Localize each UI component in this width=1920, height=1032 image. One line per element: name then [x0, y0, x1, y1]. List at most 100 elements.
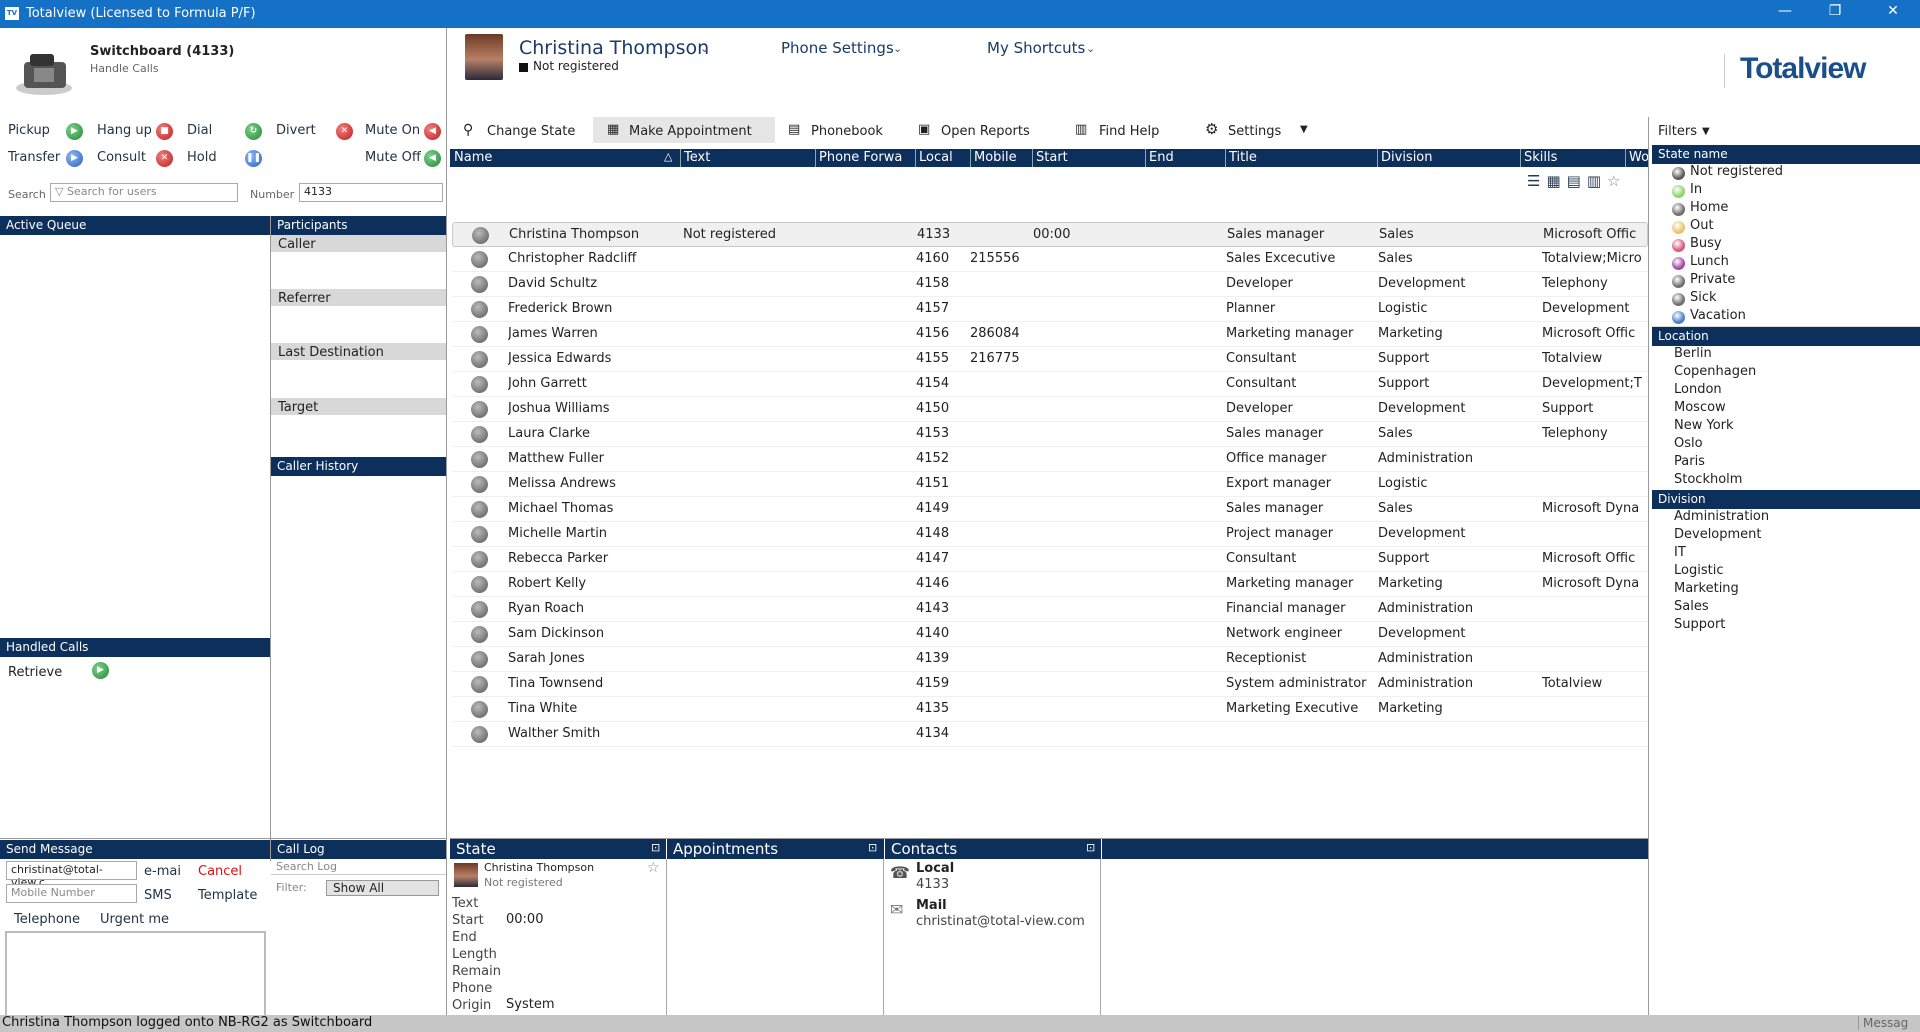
mute-on-button[interactable]: Mute On	[365, 123, 420, 138]
state-filter-item[interactable]: Out	[1652, 218, 1920, 236]
gear-icon[interactable]: ⚙	[1205, 120, 1218, 138]
phone-settings-chevron-down-icon[interactable]: ⌄	[893, 42, 902, 55]
state-filter-item[interactable]: Private	[1652, 272, 1920, 290]
hold-icon[interactable]: ❚❚	[245, 150, 262, 167]
email-button[interactable]: e-mai	[144, 864, 181, 879]
state-filter-item[interactable]: In	[1652, 182, 1920, 200]
phone-settings-menu[interactable]: Phone Settings	[781, 39, 894, 57]
phonebook-button[interactable]: Phonebook	[811, 124, 883, 139]
mute-on-icon[interactable]: ✕	[336, 123, 353, 140]
location-filter-item[interactable]: Oslo	[1652, 436, 1920, 454]
reports-icon[interactable]: ▣	[918, 122, 930, 137]
settings-caret-down-icon[interactable]: ▼	[1300, 124, 1308, 135]
state-filter-item[interactable]: Not registered	[1652, 164, 1920, 182]
table-row[interactable]: Tina Townsend 4159 System administrator Adm…	[452, 672, 1648, 697]
profile-name[interactable]: Christina Thompson	[519, 37, 709, 59]
transfer-icon[interactable]: ▶	[66, 150, 83, 167]
favorite-star-icon[interactable]: ☆	[647, 860, 660, 876]
table-row[interactable]: Frederick Brown 4157 Planner Logistic Develo…	[452, 297, 1648, 322]
table-row[interactable]: Sam Dickinson 4140 Network engineer Develop…	[452, 622, 1648, 647]
hangup-icon[interactable]: ■	[156, 123, 173, 140]
state-filter-item[interactable]: Home	[1652, 200, 1920, 218]
location-filter-item[interactable]: Copenhagen	[1652, 364, 1920, 382]
dial-button[interactable]: Dial	[187, 123, 212, 138]
table-row[interactable]: Rebecca Parker 4147 Consultant Support Micro…	[452, 547, 1648, 572]
sort-asc-icon[interactable]: △	[664, 150, 672, 163]
table-row[interactable]: Robert Kelly 4146 Marketing manager Marketi…	[452, 572, 1648, 597]
call-log-search[interactable]: Search Log	[276, 860, 337, 873]
open-reports-button[interactable]: Open Reports	[941, 124, 1030, 139]
filters-menu[interactable]: Filters	[1658, 124, 1697, 139]
col-wo[interactable]: Wo	[1629, 150, 1649, 165]
location-filter-item[interactable]: Moscow	[1652, 400, 1920, 418]
division-filter-item[interactable]: Support	[1652, 617, 1920, 635]
state-filter-item[interactable]: Sick	[1652, 290, 1920, 308]
number-input[interactable]: 4133	[299, 183, 443, 202]
restore-button[interactable]: ❐	[1825, 3, 1845, 19]
minimize-button[interactable]: —	[1775, 3, 1795, 19]
favorite-star-icon[interactable]: ☆	[1607, 172, 1626, 190]
col-title[interactable]: Title	[1229, 150, 1369, 165]
mobile-number-field[interactable]: Mobile Number	[6, 884, 137, 903]
template-button[interactable]: Template	[198, 888, 257, 903]
col-division[interactable]: Division	[1381, 150, 1521, 165]
mute-off-button[interactable]: Mute Off	[365, 150, 421, 165]
make-appointment-button[interactable]: Make Appointment	[629, 124, 752, 139]
location-filter-item[interactable]: New York	[1652, 418, 1920, 436]
shortcuts-chevron-down-icon[interactable]: ⌄	[1086, 42, 1095, 55]
urgent-option[interactable]: Urgent me	[100, 912, 169, 927]
transfer-button[interactable]: Transfer	[8, 150, 60, 165]
detail-view-icon[interactable]: ▥	[1587, 172, 1607, 190]
table-row[interactable]: Ryan Roach 4143 Financial manager Administr…	[452, 597, 1648, 622]
location-filter-item[interactable]: London	[1652, 382, 1920, 400]
table-row[interactable]: Jessica Edwards 4155 216775 Consultant Suppo…	[452, 347, 1648, 372]
table-row[interactable]: Tina White 4135 Marketing Executive Marketi…	[452, 697, 1648, 722]
table-row[interactable]: Laura Clarke 4153 Sales manager Sales Teleph…	[452, 422, 1648, 447]
retrieve-button[interactable]: Retrieve	[8, 665, 62, 680]
table-row[interactable]: Joshua Williams 4150 Developer Development S…	[452, 397, 1648, 422]
call-log-filter-select[interactable]: Show All	[326, 880, 439, 896]
consult-icon[interactable]: ✕	[156, 150, 173, 167]
table-row[interactable]: James Warren 4156 286084 Marketing manager M…	[452, 322, 1648, 347]
telephone-option[interactable]: Telephone	[14, 912, 80, 927]
divert-icon[interactable]: ↻	[245, 123, 262, 140]
pickup-icon[interactable]: ▶	[66, 123, 83, 140]
consult-button[interactable]: Consult	[97, 150, 146, 165]
division-filter-item[interactable]: IT	[1652, 545, 1920, 563]
col-mobile[interactable]: Mobile	[974, 150, 1034, 165]
email-field[interactable]: christinat@total-view.c	[6, 861, 137, 889]
expand-icon[interactable]: ⊡	[1086, 841, 1095, 854]
state-filter-item[interactable]: Lunch	[1652, 254, 1920, 272]
location-header[interactable]: Location	[1652, 327, 1920, 346]
state-name-header[interactable]: State name	[1652, 145, 1920, 164]
division-filter-item[interactable]: Development	[1652, 527, 1920, 545]
table-row[interactable]: Christina Thompson Not registered 4133 00:0…	[452, 222, 1648, 247]
help-book-icon[interactable]: ▥	[1075, 122, 1087, 137]
sms-button[interactable]: SMS	[144, 888, 172, 903]
calendar-icon[interactable]: ▦	[607, 122, 619, 137]
division-filter-item[interactable]: Sales	[1652, 599, 1920, 617]
col-local[interactable]: Local	[919, 150, 969, 165]
search-input[interactable]: ▽ Search for users	[50, 183, 238, 202]
expand-icon[interactable]: ⊡	[651, 841, 660, 854]
col-end[interactable]: End	[1149, 150, 1219, 165]
division-header[interactable]: Division	[1652, 490, 1920, 509]
grid-view-icon[interactable]: ▦	[1546, 172, 1566, 190]
col-text[interactable]: Text	[684, 150, 804, 165]
settings-button[interactable]: Settings	[1228, 124, 1281, 139]
find-help-button[interactable]: Find Help	[1099, 124, 1159, 139]
mute-on-speaker-icon[interactable]: ◀	[424, 123, 441, 140]
location-filter-item[interactable]: Berlin	[1652, 346, 1920, 364]
contact-mail-value[interactable]: christinat@total-view.com	[916, 914, 1085, 929]
contact-local-value[interactable]: 4133	[916, 877, 949, 892]
division-filter-item[interactable]: Logistic	[1652, 563, 1920, 581]
mute-off-speaker-icon[interactable]: ◀	[424, 150, 441, 167]
table-row[interactable]: Sarah Jones 4139 Receptionist Administratio…	[452, 647, 1648, 672]
change-state-icon[interactable]: ⚲	[463, 122, 473, 138]
table-row[interactable]: Matthew Fuller 4152 Office manager Administ…	[452, 447, 1648, 472]
table-row[interactable]: Walther Smith 4134	[452, 722, 1648, 747]
cancel-button[interactable]: Cancel	[198, 864, 242, 879]
location-filter-item[interactable]: Stockholm	[1652, 472, 1920, 490]
change-state-button[interactable]: Change State	[487, 124, 575, 139]
col-start[interactable]: Start	[1036, 150, 1136, 165]
